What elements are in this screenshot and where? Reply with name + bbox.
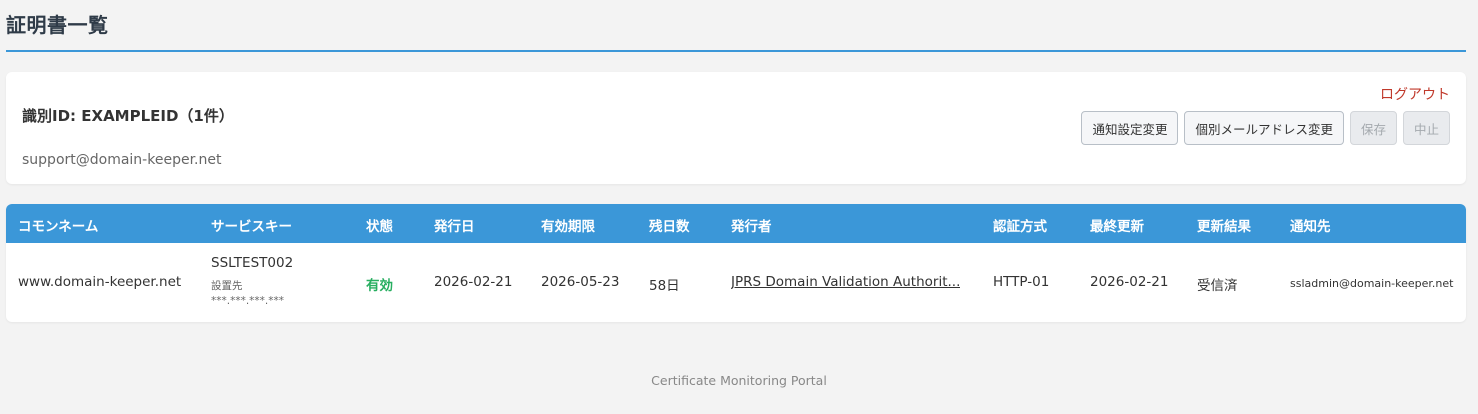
cancel-button[interactable]: 中止 xyxy=(1402,111,1450,145)
cell-last-update: 2026-02-21 xyxy=(1090,274,1169,290)
column-header-service-key[interactable]: サービスキー xyxy=(211,215,292,235)
column-header-status[interactable]: 状態 xyxy=(366,215,393,235)
save-button[interactable]: 保存 xyxy=(1349,111,1397,145)
column-header-days-left[interactable]: 残日数 xyxy=(649,215,690,235)
logout-link[interactable]: ログアウト xyxy=(1380,84,1450,104)
footer-text: Certificate Monitoring Portal xyxy=(651,373,827,388)
cell-expiry: 2026-05-23 xyxy=(541,274,620,290)
notify-settings-button[interactable]: 通知設定変更 xyxy=(1081,111,1179,145)
column-header-last-update[interactable]: 最終更新 xyxy=(1090,215,1144,235)
cell-issued: 2026-02-21 xyxy=(434,274,513,290)
cell-install-label: 設置先 xyxy=(211,280,243,292)
cell-common-name: www.domain-keeper.net xyxy=(18,274,182,290)
column-header-auth-method[interactable]: 認証方式 xyxy=(993,215,1047,235)
account-id-label: 識別ID: EXAMPLEID（1件） xyxy=(22,107,234,125)
cell-install-ip: ***.***.***.*** xyxy=(211,295,285,307)
page-title: 証明書一覧 xyxy=(6,13,109,37)
page-header: 証明書一覧 xyxy=(6,0,1466,52)
certificate-table: コモンネーム サービスキー 状態 発行日 有効期限 残日数 発行者 認証方式 最… xyxy=(6,204,1466,322)
cell-issuer: JPRS Domain Validation Authorit... xyxy=(731,274,960,290)
column-header-expiry[interactable]: 有効期限 xyxy=(541,215,595,235)
issuer-link[interactable]: JPRS Domain Validation Authorit... xyxy=(731,274,960,290)
cell-days-left: 58日 xyxy=(649,278,680,294)
column-header-notify-to[interactable]: 通知先 xyxy=(1290,215,1331,235)
column-header-issuer[interactable]: 発行者 xyxy=(731,215,772,235)
table-header: コモンネーム サービスキー 状態 発行日 有効期限 残日数 発行者 認証方式 最… xyxy=(6,204,1466,243)
cell-service-key: SSLTEST002 xyxy=(211,255,294,271)
column-header-common-name[interactable]: コモンネーム xyxy=(18,215,98,235)
mail-address-change-button[interactable]: 個別メールアドレス変更 xyxy=(1184,111,1344,145)
column-header-update-result[interactable]: 更新結果 xyxy=(1197,215,1251,235)
account-email: support@domain-keeper.net xyxy=(22,152,222,168)
cell-auth-method: HTTP-01 xyxy=(993,274,1050,290)
cell-update-result: 受信済 xyxy=(1197,278,1238,294)
column-header-issued[interactable]: 発行日 xyxy=(434,215,475,235)
account-info-card: 識別ID: EXAMPLEID（1件） support@domain-keepe… xyxy=(6,72,1466,184)
status-badge: 有効 xyxy=(366,278,393,294)
cell-notify-to: ssladmin@domain-keeper.net xyxy=(1290,277,1454,290)
action-button-group: 通知設定変更 個別メールアドレス変更 保存 中止 xyxy=(1081,111,1450,145)
